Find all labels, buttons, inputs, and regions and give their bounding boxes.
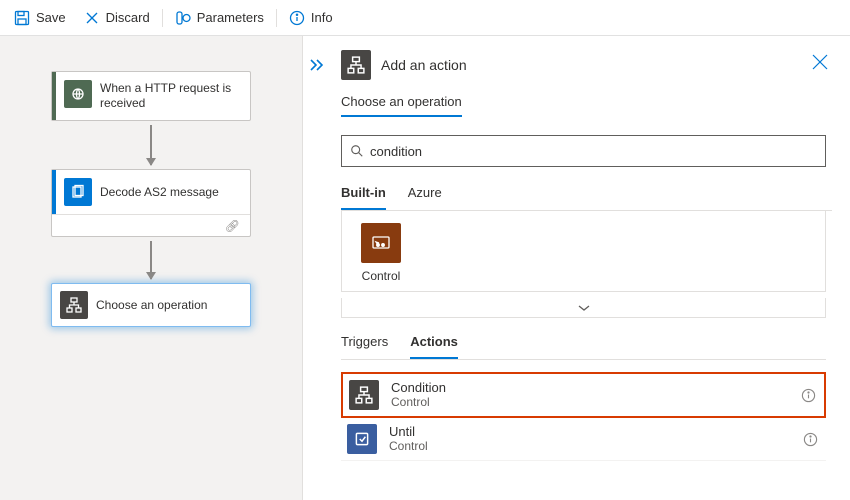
action-subtitle: Control [391,395,446,410]
close-panel-button[interactable] [810,52,830,72]
connector-arrow [150,241,152,279]
toolbar-separator [162,9,163,27]
action-item-until[interactable]: Until Control [341,418,826,461]
designer-canvas[interactable]: When a HTTP request is received Decode A… [0,36,303,500]
trigger-node-label: When a HTTP request is received [100,72,250,120]
node-accent [52,72,56,120]
discard-icon [84,10,100,26]
connector-arrow [150,125,152,165]
info-button[interactable]: Info [281,5,341,31]
search-input[interactable] [370,144,817,159]
panel-header: Add an action [341,50,832,80]
search-box[interactable] [341,135,826,167]
connector-label: Control [354,269,408,283]
discard-label: Discard [106,10,150,25]
toolbar: Save Discard Parameters Info [0,0,850,36]
tab-built-in[interactable]: Built-in [341,185,386,210]
source-tabs: Built-in Azure [341,185,832,211]
condition-icon [349,380,379,410]
info-label: Info [311,10,333,25]
node-accent [52,170,56,214]
control-connector-icon [361,223,401,263]
action-item-condition[interactable]: Condition Control [341,372,826,418]
save-icon [14,10,30,26]
panel-header-icon [341,50,371,80]
tab-azure[interactable]: Azure [408,185,442,210]
action-info-icon[interactable] [803,432,818,447]
action-title: Condition [391,380,446,395]
info-icon [289,10,305,26]
connector-control[interactable]: Control [354,223,408,283]
action-list: Condition Control Until Control [341,372,826,461]
parameters-button[interactable]: Parameters [167,5,272,31]
choose-operation-icon [60,291,88,319]
panel-subtitle: Choose an operation [341,94,462,117]
node-footer: 🔗︎ [52,214,250,236]
until-icon [347,424,377,454]
action-info-icon[interactable] [801,388,816,403]
expand-connectors-button[interactable] [341,298,826,318]
action-subtitle: Control [389,439,428,454]
connector-gallery: Control [341,211,826,292]
decode-as2-icon [64,178,92,206]
panel-title: Add an action [381,57,467,73]
toolbar-separator [276,9,277,27]
choose-operation-node[interactable]: Choose an operation [51,283,251,327]
action-node-decode-as2[interactable]: Decode AS2 message 🔗︎ [51,169,251,237]
save-label: Save [36,10,66,25]
trigger-node-http-request[interactable]: When a HTTP request is received [51,71,251,121]
decode-node-label: Decode AS2 message [100,176,250,209]
search-icon [350,144,364,158]
action-picker-panel: Add an action Choose an operation Built-… [303,36,850,500]
parameters-icon [175,10,191,26]
save-button[interactable]: Save [6,5,74,31]
http-trigger-icon [64,80,92,108]
subtab-actions[interactable]: Actions [410,334,458,359]
discard-button[interactable]: Discard [76,5,158,31]
parameters-label: Parameters [197,10,264,25]
subtab-triggers[interactable]: Triggers [341,334,388,359]
action-title: Until [389,424,428,439]
choose-node-label: Choose an operation [96,288,250,323]
kind-tabs: Triggers Actions [341,334,826,360]
link-icon: 🔗︎ [225,219,240,233]
collapse-panel-button[interactable] [309,58,325,72]
